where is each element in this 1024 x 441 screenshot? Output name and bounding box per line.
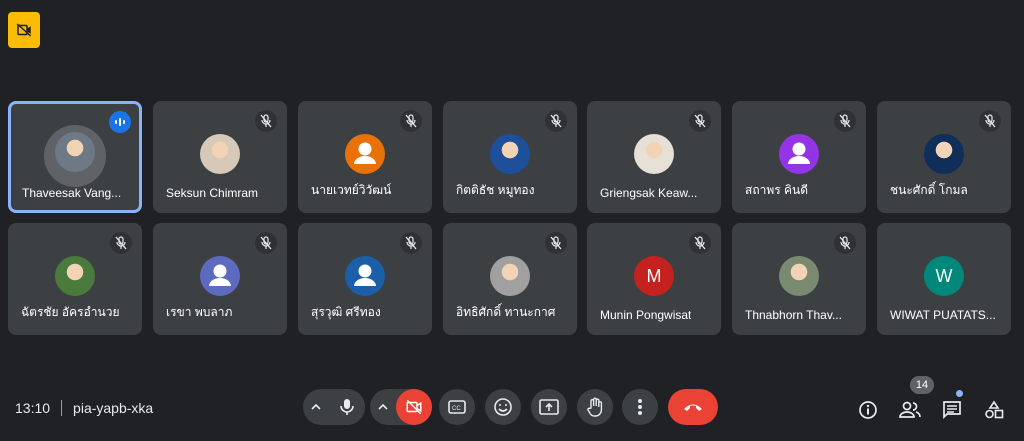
captions-icon: CC (448, 400, 466, 414)
participant-name: นายเวทย์วิวัฒน์ (311, 183, 392, 197)
participant-tile[interactable]: สุรวุฒิ ศรีทอง (298, 223, 432, 335)
divider (61, 400, 63, 416)
camera-off-icon (406, 399, 422, 415)
participant-name: เรขา พบลาภ (166, 305, 233, 319)
photo-avatar (200, 134, 240, 174)
person-avatar-icon (200, 256, 240, 296)
participant-tile[interactable]: M Munin Pongwisat (587, 223, 721, 335)
participant-tile[interactable]: ชนะศักดิ์ โกมล (877, 101, 1011, 213)
mic-off-icon (689, 110, 711, 132)
mic-off-icon (979, 110, 1001, 132)
participant-name: ฉัตรชัย อัครอำนวย (21, 305, 120, 319)
mic-icon (340, 399, 354, 415)
emoji-button[interactable] (485, 389, 521, 425)
camera-control (370, 389, 432, 425)
avatar-letter: W (935, 265, 953, 286)
hang-up-button[interactable] (668, 389, 718, 425)
participant-name: Thnabhorn Thav... (745, 308, 842, 322)
person-avatar-icon (345, 134, 385, 174)
photo-avatar (490, 134, 530, 174)
emoji-icon (494, 398, 512, 416)
participant-name: ชนะศักดิ์ โกมล (890, 183, 968, 197)
person-avatar-icon (779, 134, 819, 174)
meeting-time: 13:10 (15, 400, 51, 416)
participant-name: Munin Pongwisat (600, 308, 692, 322)
photo-avatar (634, 134, 674, 174)
present-icon (539, 399, 559, 415)
participant-name: WIWAT PUATATS... (890, 308, 996, 322)
photo-avatar (55, 132, 95, 172)
participant-name: สถาพร คินดี (745, 183, 809, 197)
speaking-indicator-icon (109, 111, 131, 133)
mic-off-icon (255, 232, 277, 254)
participant-tile[interactable]: Seksun Chimram (153, 101, 287, 213)
info-icon (859, 401, 877, 419)
meeting-code: pia-yapb-xka (73, 400, 154, 416)
mic-options-chevron-icon[interactable] (303, 389, 329, 425)
participant-name: Thaveesak Vang... (22, 186, 122, 200)
raise-hand-icon (587, 397, 603, 417)
participant-tile[interactable]: อิทธิศักดิ์ ทานะกาศ (443, 223, 577, 335)
photo-avatar (779, 256, 819, 296)
participant-tile[interactable]: เรขา พบลาภ (153, 223, 287, 335)
mic-off-icon (545, 232, 567, 254)
participant-tile[interactable]: กิตติธัช หมูทอง (443, 101, 577, 213)
camera-options-chevron-icon[interactable] (370, 389, 396, 425)
mic-off-icon (545, 110, 567, 132)
participant-tile[interactable]: Griengsak Keaw... (587, 101, 721, 213)
mic-button[interactable] (329, 389, 365, 425)
raise-hand-button[interactable] (577, 389, 613, 425)
people-icon (899, 401, 921, 418)
avatar-letter: M (646, 265, 662, 286)
participant-tile[interactable]: ฉัตรชัย อัครอำนวย (8, 223, 142, 335)
hang-up-icon (684, 404, 702, 411)
letter-avatar: M (634, 256, 674, 296)
participant-name: สุรวุฒิ ศรีทอง (311, 305, 381, 319)
participant-tile[interactable]: W WIWAT PUATATS... (877, 223, 1011, 335)
photo-avatar (490, 256, 530, 296)
mic-off-icon (834, 110, 856, 132)
letter-avatar: W (924, 256, 964, 296)
mic-off-icon (255, 110, 277, 132)
captions-button[interactable]: CC (439, 389, 475, 425)
mic-control (303, 389, 365, 425)
mic-off-icon (834, 232, 856, 254)
people-button[interactable] (898, 398, 922, 422)
participant-tile[interactable]: สถาพร คินดี (732, 101, 866, 213)
camera-button[interactable] (396, 389, 432, 425)
participant-name: กิตติธัช หมูทอง (456, 183, 535, 197)
activities-icon (985, 400, 1004, 419)
mic-off-icon (110, 232, 132, 254)
participant-tile[interactable]: Thnabhorn Thav... (732, 223, 866, 335)
more-options-button[interactable] (622, 389, 658, 425)
chat-notification-dot (956, 390, 963, 397)
activities-button[interactable] (982, 398, 1006, 422)
photo-avatar (55, 256, 95, 296)
more-options-icon (638, 399, 642, 415)
participants-count-badge: 14 (910, 376, 934, 394)
meeting-info: 13:10 pia-yapb-xka (15, 400, 153, 416)
participant-tile[interactable]: Thaveesak Vang... (8, 101, 142, 213)
participant-name: Griengsak Keaw... (600, 186, 698, 200)
camera-off-badge-icon (8, 12, 40, 48)
participant-name: Seksun Chimram (166, 186, 259, 200)
photo-avatar (924, 134, 964, 174)
bottom-bar: 13:10 pia-yapb-xka CC 14 (0, 376, 1024, 436)
meeting-details-button[interactable] (856, 398, 880, 422)
svg-text:CC: CC (452, 406, 461, 412)
participant-name: อิทธิศักดิ์ ทานะกาศ (456, 305, 556, 319)
mic-off-icon (400, 110, 422, 132)
participant-tile[interactable]: นายเวทย์วิวัฒน์ (298, 101, 432, 213)
chat-button[interactable] (940, 398, 964, 422)
person-avatar-icon (345, 256, 385, 296)
present-button[interactable] (531, 389, 567, 425)
chat-icon (943, 401, 961, 420)
mic-off-icon (400, 232, 422, 254)
mic-off-icon (689, 232, 711, 254)
